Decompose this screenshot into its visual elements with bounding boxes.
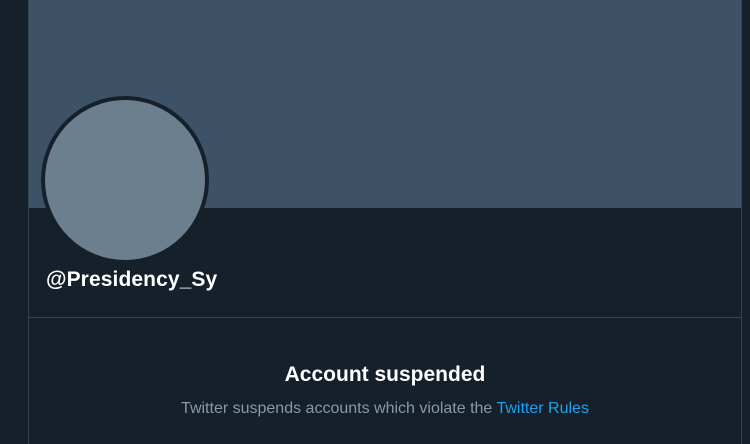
profile-handle: @Presidency_Sy — [46, 268, 218, 291]
suspension-message-text: Twitter suspends accounts which violate … — [181, 400, 493, 417]
section-divider — [29, 317, 741, 318]
left-navigation-rail — [0, 0, 28, 444]
suspension-notice: Account suspended Twitter suspends accou… — [29, 360, 741, 420]
suspension-title: Account suspended — [284, 363, 486, 386]
twitter-rules-link[interactable]: Twitter Rules — [496, 400, 588, 417]
suspension-message: Twitter suspends accounts which violate … — [29, 398, 741, 420]
avatar — [41, 96, 209, 264]
profile-column: @Presidency_Sy Account suspended Twitter… — [28, 0, 742, 444]
right-scroll-rail — [742, 0, 750, 444]
